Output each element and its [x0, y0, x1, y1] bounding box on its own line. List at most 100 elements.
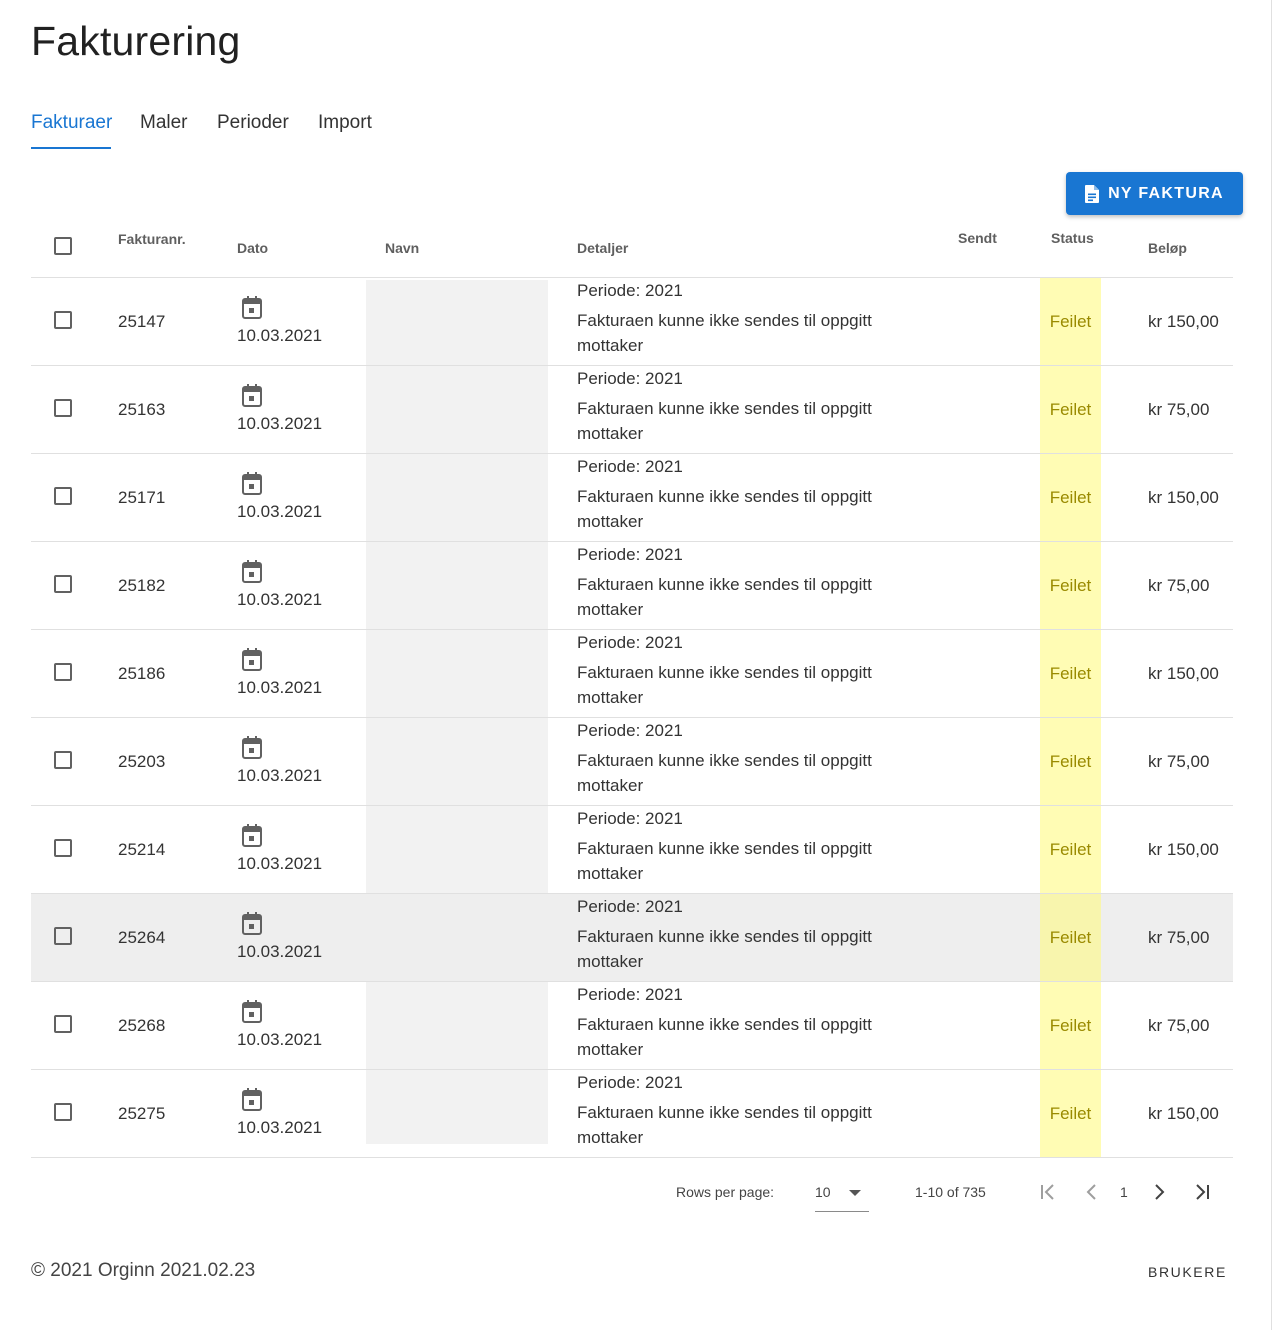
- table-row[interactable]: 25203 10.03.2021 Periode: 2021 Fakturaen…: [31, 718, 1233, 806]
- header-navn[interactable]: Navn: [385, 240, 419, 256]
- table-row[interactable]: 25182 10.03.2021 Periode: 2021 Fakturaen…: [31, 542, 1233, 630]
- pagination-range: 1-10 of 735: [915, 1184, 986, 1200]
- details-cell: Periode: 2021 Fakturaen kunne ikke sende…: [577, 720, 897, 798]
- row-checkbox[interactable]: [54, 399, 72, 417]
- tab-import[interactable]: Import: [318, 112, 372, 134]
- table-row[interactable]: 25163 10.03.2021 Periode: 2021 Fakturaen…: [31, 366, 1233, 454]
- details-cell: Periode: 2021 Fakturaen kunne ikke sende…: [577, 456, 897, 534]
- header-belop[interactable]: Beløp: [1148, 240, 1187, 256]
- status-badge: Feilet: [1040, 894, 1101, 981]
- invoice-date: 10.03.2021: [237, 1030, 323, 1049]
- last-page-button[interactable]: [1190, 1180, 1214, 1204]
- tab-perioder[interactable]: Perioder: [217, 112, 289, 134]
- details-message: Fakturaen kunne ikke sendes til oppgitt …: [577, 575, 872, 619]
- invoice-amount: kr 150,00: [1148, 664, 1219, 683]
- header-status[interactable]: Status: [1051, 230, 1094, 246]
- table-row[interactable]: 25147 10.03.2021 Periode: 2021 Fakturaen…: [31, 278, 1233, 366]
- row-checkbox[interactable]: [54, 927, 72, 945]
- row-checkbox[interactable]: [54, 1015, 72, 1033]
- invoice-amount: kr 75,00: [1148, 400, 1210, 419]
- invoice-date: 10.03.2021: [237, 678, 323, 697]
- next-page-button[interactable]: [1147, 1180, 1171, 1204]
- invoice-date: 10.03.2021: [237, 414, 323, 433]
- table-row[interactable]: 25186 10.03.2021 Periode: 2021 Fakturaen…: [31, 630, 1233, 718]
- table-row[interactable]: 25264 10.03.2021 Periode: 2021 Fakturaen…: [31, 894, 1233, 982]
- row-checkbox[interactable]: [54, 751, 72, 769]
- status-badge: Feilet: [1040, 1070, 1101, 1157]
- invoice-number: 25268: [118, 1016, 166, 1035]
- current-page: 1: [1120, 1184, 1128, 1200]
- details-period: Periode: 2021: [577, 633, 683, 652]
- first-page-icon: [1041, 1184, 1054, 1200]
- row-checkbox[interactable]: [54, 1103, 72, 1121]
- invoice-number: 25182: [118, 576, 166, 595]
- status-badge: Feilet: [1040, 542, 1101, 629]
- details-cell: Periode: 2021 Fakturaen kunne ikke sende…: [577, 632, 897, 710]
- status-badge: Feilet: [1040, 982, 1101, 1069]
- calendar-icon: [240, 559, 264, 589]
- rows-per-page-select[interactable]: 10: [815, 1176, 869, 1212]
- header-detaljer[interactable]: Detaljer: [577, 240, 628, 256]
- status-badge: Feilet: [1040, 366, 1101, 453]
- invoice-amount: kr 150,00: [1148, 488, 1219, 507]
- invoice-date: 10.03.2021: [237, 1118, 323, 1137]
- header-fakturanr[interactable]: Fakturanr.: [118, 231, 186, 247]
- select-all-checkbox[interactable]: [54, 237, 72, 255]
- footer-brukere-link[interactable]: BRUKERE: [1148, 1264, 1227, 1280]
- row-checkbox[interactable]: [54, 663, 72, 681]
- tab-fakturaer[interactable]: Fakturaer: [31, 112, 112, 134]
- details-message: Fakturaen kunne ikke sendes til oppgitt …: [577, 487, 872, 531]
- tab-maler[interactable]: Maler: [140, 112, 188, 134]
- chevron-right-icon: [1155, 1184, 1165, 1200]
- invoice-amount: kr 75,00: [1148, 1016, 1210, 1035]
- first-page-button[interactable]: [1036, 1180, 1060, 1204]
- table-row[interactable]: 25214 10.03.2021 Periode: 2021 Fakturaen…: [31, 806, 1233, 894]
- status-badge: Feilet: [1040, 806, 1101, 893]
- caret-down-icon: [849, 1190, 861, 1196]
- rows-per-page-value: 10: [815, 1184, 831, 1200]
- details-message: Fakturaen kunne ikke sendes til oppgitt …: [577, 663, 872, 707]
- invoice-number: 25275: [118, 1104, 166, 1123]
- details-cell: Periode: 2021 Fakturaen kunne ikke sende…: [577, 896, 897, 974]
- details-period: Periode: 2021: [577, 721, 683, 740]
- details-cell: Periode: 2021 Fakturaen kunne ikke sende…: [577, 1072, 897, 1150]
- active-tab-indicator: [31, 147, 111, 149]
- details-period: Periode: 2021: [577, 897, 683, 916]
- table-header: Fakturanr. Dato Navn Detaljer Sendt Stat…: [31, 222, 1233, 278]
- details-message: Fakturaen kunne ikke sendes til oppgitt …: [577, 1015, 872, 1059]
- row-checkbox[interactable]: [54, 487, 72, 505]
- footer-copyright: © 2021 Orginn 2021.02.23: [31, 1260, 256, 1281]
- invoice-table: Fakturanr. Dato Navn Detaljer Sendt Stat…: [31, 222, 1233, 1158]
- invoice-date: 10.03.2021: [237, 854, 323, 873]
- invoice-amount: kr 75,00: [1148, 928, 1210, 947]
- header-dato[interactable]: Dato: [237, 240, 268, 256]
- rows-per-page-label: Rows per page:: [676, 1184, 775, 1200]
- invoice-number: 25171: [118, 488, 166, 507]
- table-row[interactable]: 25275 10.03.2021 Periode: 2021 Fakturaen…: [31, 1070, 1233, 1158]
- chevron-left-icon: [1086, 1184, 1096, 1200]
- details-message: Fakturaen kunne ikke sendes til oppgitt …: [577, 311, 872, 355]
- header-sendt[interactable]: Sendt: [958, 230, 997, 246]
- invoice-date: 10.03.2021: [237, 766, 323, 785]
- details-cell: Periode: 2021 Fakturaen kunne ikke sende…: [577, 808, 897, 886]
- page-right-border: [1271, 0, 1272, 1330]
- page-title: Fakturering: [31, 18, 241, 64]
- details-message: Fakturaen kunne ikke sendes til oppgitt …: [577, 839, 872, 883]
- details-period: Periode: 2021: [577, 809, 683, 828]
- previous-page-button[interactable]: [1080, 1180, 1104, 1204]
- invoice-number: 25264: [118, 928, 166, 947]
- document-icon: [1085, 184, 1100, 203]
- table-row[interactable]: 25171 10.03.2021 Periode: 2021 Fakturaen…: [31, 454, 1233, 542]
- calendar-icon: [240, 735, 264, 765]
- status-badge: Feilet: [1040, 278, 1101, 365]
- row-checkbox[interactable]: [54, 839, 72, 857]
- invoice-date: 10.03.2021: [237, 502, 323, 521]
- invoice-amount: kr 75,00: [1148, 752, 1210, 771]
- table-row[interactable]: 25268 10.03.2021 Periode: 2021 Fakturaen…: [31, 982, 1233, 1070]
- details-cell: Periode: 2021 Fakturaen kunne ikke sende…: [577, 280, 897, 358]
- new-invoice-button[interactable]: NY FAKTURA: [1066, 172, 1243, 215]
- invoice-date: 10.03.2021: [237, 326, 323, 345]
- invoice-amount: kr 150,00: [1148, 1104, 1219, 1123]
- row-checkbox[interactable]: [54, 311, 72, 329]
- row-checkbox[interactable]: [54, 575, 72, 593]
